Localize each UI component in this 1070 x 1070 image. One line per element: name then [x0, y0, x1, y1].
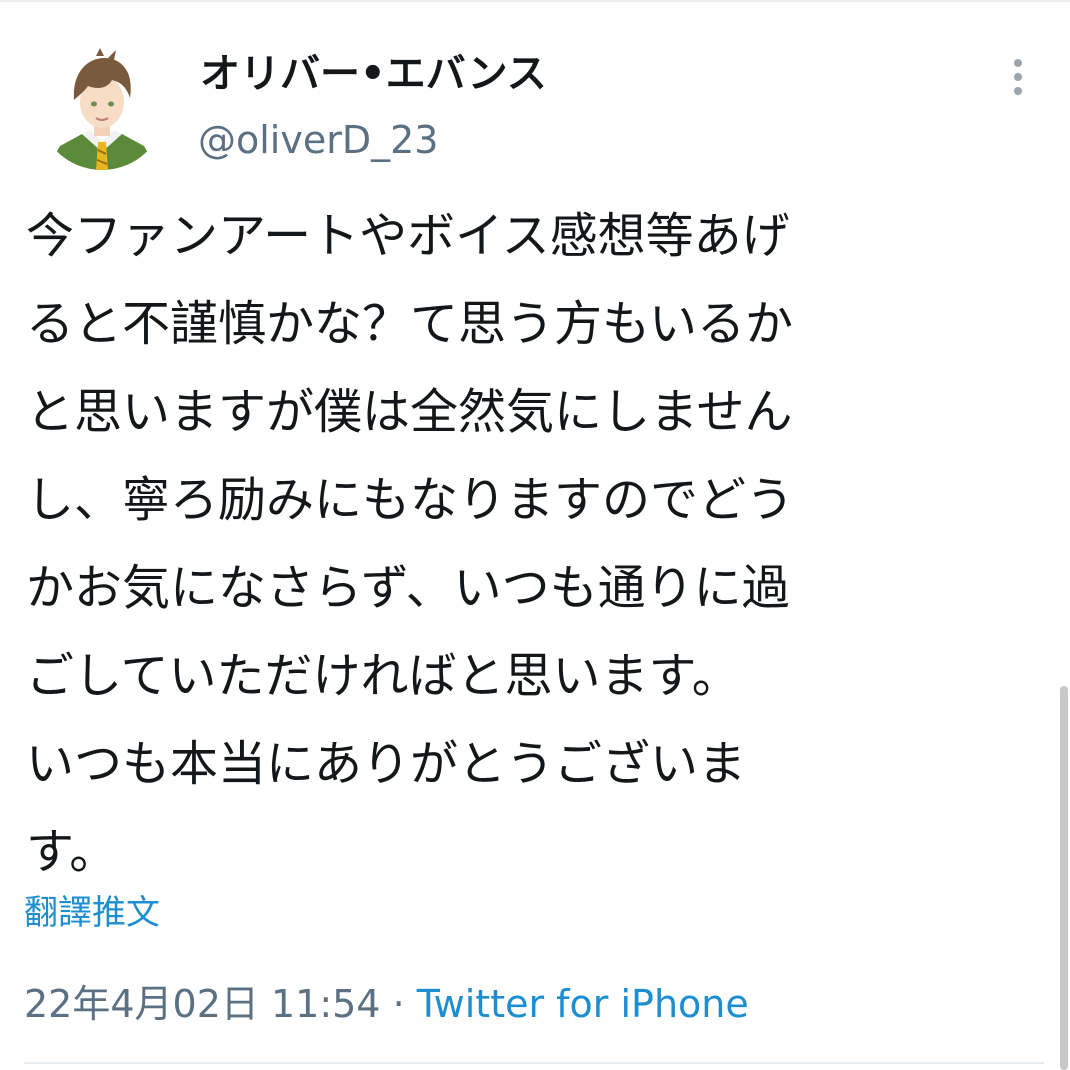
more-options-button[interactable] — [996, 52, 1040, 102]
meta-separator: · — [380, 982, 417, 1026]
tweet-text-line: し、寧ろ励みにもなりますのでどう — [26, 472, 795, 528]
user-handle[interactable]: @oliverD_23 — [198, 110, 438, 170]
tweet-text-line: かお気になさらず、いつも通りに過 — [26, 560, 790, 616]
tweet-text-line: 今ファンアートやボイス感想等あげ — [26, 208, 790, 264]
tweet-text-line: いつも本当にありがとうございま — [26, 736, 747, 792]
tweet-text: 今ファンアートやボイス感想等あげ ると不謹慎かな？て思う方もいるか と思いますが… — [26, 192, 1036, 896]
tweet-text-line: ると不謹慎かな？て思う方もいるか — [26, 296, 794, 352]
tweet-text-line: と思いますが僕は全然気にしません — [26, 384, 793, 440]
tweet-meta: 22年4月02日 11:54 · Twitter for iPhone — [24, 974, 749, 1034]
avatar[interactable] — [38, 42, 166, 170]
source-link[interactable]: Twitter for iPhone — [417, 982, 749, 1026]
top-divider — [0, 0, 1070, 2]
timestamp[interactable]: 22年4月02日 11:54 — [24, 982, 380, 1026]
translate-tweet-link[interactable]: 翻譯推文 — [24, 886, 160, 940]
avatar-illustration — [38, 42, 166, 170]
vertical-ellipsis-icon — [1014, 59, 1022, 95]
bottom-divider — [24, 1062, 1044, 1064]
scrollbar-thumb[interactable] — [1060, 686, 1068, 1070]
tweet-text-line: す。 — [26, 824, 118, 880]
tweet-text-line: ごしていただければと思います。 — [26, 648, 740, 704]
display-name[interactable]: オリバー•エバンス — [200, 44, 547, 104]
